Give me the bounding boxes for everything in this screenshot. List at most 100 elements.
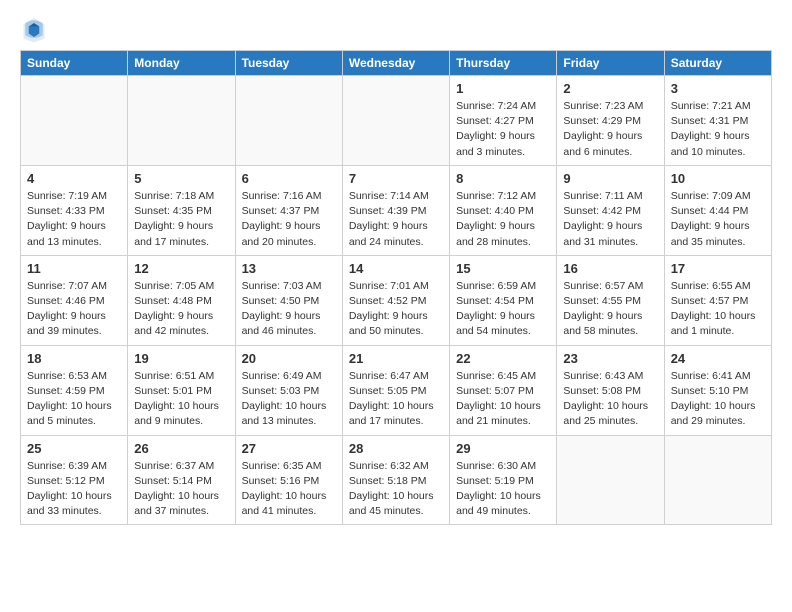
day-info: Sunrise: 7:19 AM Sunset: 4:33 PM Dayligh…	[27, 189, 121, 250]
header-cell-sunday: Sunday	[21, 51, 128, 76]
day-number: 25	[27, 441, 121, 456]
day-info: Sunrise: 6:49 AM Sunset: 5:03 PM Dayligh…	[242, 369, 336, 430]
week-row-3: 18 Sunrise: 6:53 AM Sunset: 4:59 PM Dayli…	[21, 345, 772, 435]
logo-icon	[20, 16, 48, 44]
day-cell: 4 Sunrise: 7:19 AM Sunset: 4:33 PM Daylig…	[21, 165, 128, 255]
day-cell: 2 Sunrise: 7:23 AM Sunset: 4:29 PM Daylig…	[557, 76, 664, 166]
day-cell	[21, 76, 128, 166]
day-cell: 20 Sunrise: 6:49 AM Sunset: 5:03 PM Dayli…	[235, 345, 342, 435]
day-number: 14	[349, 261, 443, 276]
day-cell: 6Sunrise: 7:16 AM Sunset: 4:37 PM Daylig…	[235, 165, 342, 255]
day-number: 6	[242, 171, 336, 186]
day-cell: 18 Sunrise: 6:53 AM Sunset: 4:59 PM Dayli…	[21, 345, 128, 435]
day-cell: 28 Sunrise: 6:32 AM Sunset: 5:18 PM Dayli…	[342, 435, 449, 525]
day-number: 16	[563, 261, 657, 276]
day-info: Sunrise: 6:41 AM Sunset: 5:10 PM Dayligh…	[671, 369, 765, 430]
day-cell: 14 Sunrise: 7:01 AM Sunset: 4:52 PM Dayli…	[342, 255, 449, 345]
day-cell: 3 Sunrise: 7:21 AM Sunset: 4:31 PM Daylig…	[664, 76, 771, 166]
day-number: 4	[27, 171, 121, 186]
day-number: 29	[456, 441, 550, 456]
day-number: 15	[456, 261, 550, 276]
week-row-1: 4 Sunrise: 7:19 AM Sunset: 4:33 PM Daylig…	[21, 165, 772, 255]
day-number: 19	[134, 351, 228, 366]
day-cell: 25 Sunrise: 6:39 AM Sunset: 5:12 PM Dayli…	[21, 435, 128, 525]
day-number: 5	[134, 171, 228, 186]
day-cell: 13 Sunrise: 7:03 AM Sunset: 4:50 PM Dayli…	[235, 255, 342, 345]
day-info: Sunrise: 6:37 AM Sunset: 5:14 PM Dayligh…	[134, 459, 228, 520]
day-number: 12	[134, 261, 228, 276]
day-cell	[128, 76, 235, 166]
day-info: Sunrise: 7:09 AM Sunset: 4:44 PM Dayligh…	[671, 189, 765, 250]
day-number: 2	[563, 81, 657, 96]
day-number: 24	[671, 351, 765, 366]
day-info: Sunrise: 6:51 AM Sunset: 5:01 PM Dayligh…	[134, 369, 228, 430]
day-number: 28	[349, 441, 443, 456]
day-cell	[342, 76, 449, 166]
day-cell: 11 Sunrise: 7:07 AM Sunset: 4:46 PM Dayli…	[21, 255, 128, 345]
day-info: Sunrise: 6:39 AM Sunset: 5:12 PM Dayligh…	[27, 459, 121, 520]
calendar-table: SundayMondayTuesdayWednesdayThursdayFrid…	[20, 50, 772, 525]
day-info: Sunrise: 7:03 AM Sunset: 4:50 PM Dayligh…	[242, 279, 336, 340]
day-cell: 19 Sunrise: 6:51 AM Sunset: 5:01 PM Dayli…	[128, 345, 235, 435]
day-cell	[664, 435, 771, 525]
day-number: 8	[456, 171, 550, 186]
day-info: Sunrise: 6:53 AM Sunset: 4:59 PM Dayligh…	[27, 369, 121, 430]
day-info: Sunrise: 7:12 AM Sunset: 4:40 PM Dayligh…	[456, 189, 550, 250]
day-number: 22	[456, 351, 550, 366]
day-cell: 16 Sunrise: 6:57 AM Sunset: 4:55 PM Dayli…	[557, 255, 664, 345]
header-cell-thursday: Thursday	[450, 51, 557, 76]
day-cell	[235, 76, 342, 166]
day-info: Sunrise: 7:14 AM Sunset: 4:39 PM Dayligh…	[349, 189, 443, 250]
day-info: Sunrise: 7:05 AM Sunset: 4:48 PM Dayligh…	[134, 279, 228, 340]
day-cell: 12 Sunrise: 7:05 AM Sunset: 4:48 PM Dayli…	[128, 255, 235, 345]
day-info: Sunrise: 6:32 AM Sunset: 5:18 PM Dayligh…	[349, 459, 443, 520]
day-cell: 29 Sunrise: 6:30 AM Sunset: 5:19 PM Dayli…	[450, 435, 557, 525]
day-info: Sunrise: 7:07 AM Sunset: 4:46 PM Dayligh…	[27, 279, 121, 340]
day-cell: 5 Sunrise: 7:18 AM Sunset: 4:35 PM Daylig…	[128, 165, 235, 255]
day-info: Sunrise: 6:43 AM Sunset: 5:08 PM Dayligh…	[563, 369, 657, 430]
day-cell: 1 Sunrise: 7:24 AM Sunset: 4:27 PM Daylig…	[450, 76, 557, 166]
day-info: Sunrise: 6:45 AM Sunset: 5:07 PM Dayligh…	[456, 369, 550, 430]
day-cell: 27 Sunrise: 6:35 AM Sunset: 5:16 PM Dayli…	[235, 435, 342, 525]
day-number: 27	[242, 441, 336, 456]
day-cell: 17 Sunrise: 6:55 AM Sunset: 4:57 PM Dayli…	[664, 255, 771, 345]
day-number: 7	[349, 171, 443, 186]
day-info: Sunrise: 6:35 AM Sunset: 5:16 PM Dayligh…	[242, 459, 336, 520]
day-cell: 22 Sunrise: 6:45 AM Sunset: 5:07 PM Dayli…	[450, 345, 557, 435]
day-cell: 10Sunrise: 7:09 AM Sunset: 4:44 PM Dayli…	[664, 165, 771, 255]
day-cell: 7 Sunrise: 7:14 AM Sunset: 4:39 PM Daylig…	[342, 165, 449, 255]
header-cell-saturday: Saturday	[664, 51, 771, 76]
day-info: Sunrise: 6:47 AM Sunset: 5:05 PM Dayligh…	[349, 369, 443, 430]
header-cell-friday: Friday	[557, 51, 664, 76]
day-info: Sunrise: 7:11 AM Sunset: 4:42 PM Dayligh…	[563, 189, 657, 250]
day-number: 1	[456, 81, 550, 96]
header-cell-tuesday: Tuesday	[235, 51, 342, 76]
day-cell	[557, 435, 664, 525]
day-number: 21	[349, 351, 443, 366]
day-number: 23	[563, 351, 657, 366]
day-cell: 8 Sunrise: 7:12 AM Sunset: 4:40 PM Daylig…	[450, 165, 557, 255]
day-info: Sunrise: 7:01 AM Sunset: 4:52 PM Dayligh…	[349, 279, 443, 340]
day-info: Sunrise: 6:57 AM Sunset: 4:55 PM Dayligh…	[563, 279, 657, 340]
day-number: 13	[242, 261, 336, 276]
page-header	[20, 16, 772, 44]
day-number: 26	[134, 441, 228, 456]
day-info: Sunrise: 6:55 AM Sunset: 4:57 PM Dayligh…	[671, 279, 765, 340]
day-info: Sunrise: 7:21 AM Sunset: 4:31 PM Dayligh…	[671, 99, 765, 160]
day-cell: 15Sunrise: 6:59 AM Sunset: 4:54 PM Dayli…	[450, 255, 557, 345]
day-number: 11	[27, 261, 121, 276]
day-number: 3	[671, 81, 765, 96]
day-number: 20	[242, 351, 336, 366]
day-info: Sunrise: 6:30 AM Sunset: 5:19 PM Dayligh…	[456, 459, 550, 520]
header-row: SundayMondayTuesdayWednesdayThursdayFrid…	[21, 51, 772, 76]
header-cell-monday: Monday	[128, 51, 235, 76]
day-info: Sunrise: 7:18 AM Sunset: 4:35 PM Dayligh…	[134, 189, 228, 250]
day-cell: 21 Sunrise: 6:47 AM Sunset: 5:05 PM Dayli…	[342, 345, 449, 435]
day-info: Sunrise: 7:23 AM Sunset: 4:29 PM Dayligh…	[563, 99, 657, 160]
day-number: 17	[671, 261, 765, 276]
week-row-0: 1 Sunrise: 7:24 AM Sunset: 4:27 PM Daylig…	[21, 76, 772, 166]
day-number: 9	[563, 171, 657, 186]
day-number: 18	[27, 351, 121, 366]
day-info: Sunrise: 7:24 AM Sunset: 4:27 PM Dayligh…	[456, 99, 550, 160]
week-row-2: 11 Sunrise: 7:07 AM Sunset: 4:46 PM Dayli…	[21, 255, 772, 345]
